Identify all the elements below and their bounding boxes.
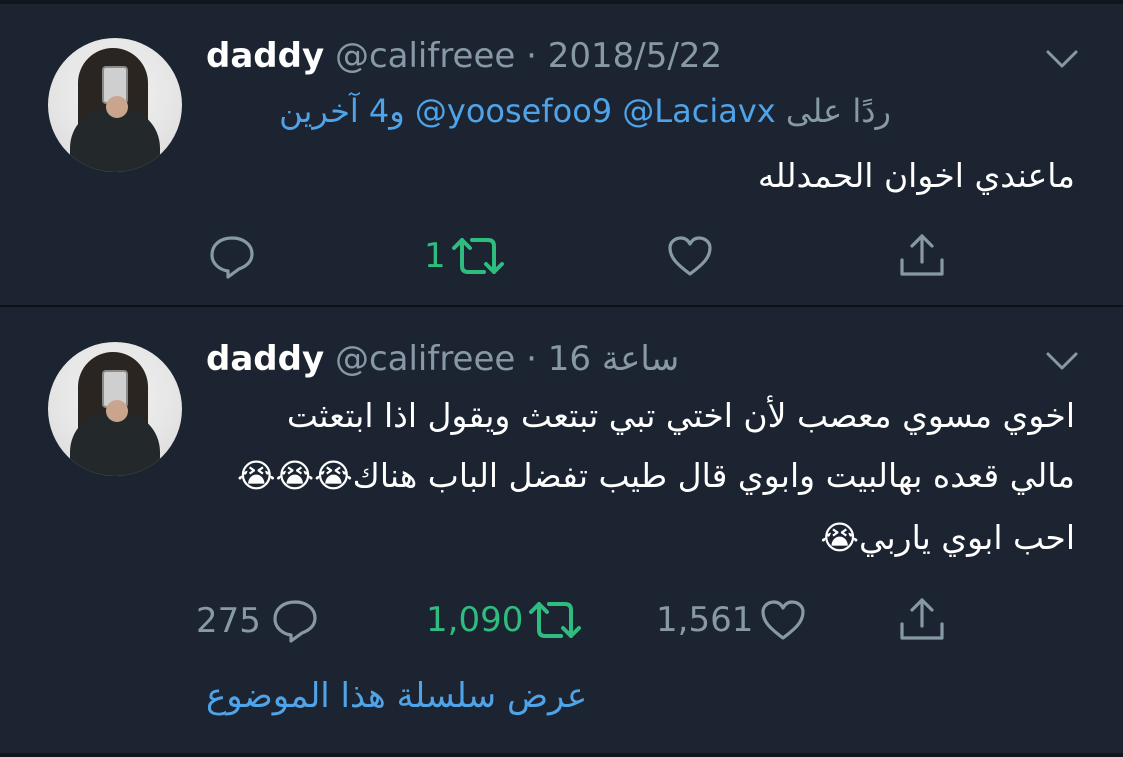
retweet-button[interactable]: 1: [424, 234, 506, 278]
retweet-count: 1,090: [426, 600, 524, 640]
avatar[interactable]: [48, 38, 182, 172]
display-name[interactable]: daddy: [206, 339, 324, 379]
like-icon: [761, 600, 805, 640]
share-icon: [900, 234, 944, 276]
tweet-text-line-1: اخوي مسوي معصب لأن اختي تبي تبتعث ويقول …: [286, 396, 1075, 435]
tweet-divider: [0, 305, 1123, 307]
chevron-down-icon[interactable]: [1042, 46, 1082, 72]
reply-count: 275: [196, 601, 261, 641]
reply-icon: [273, 600, 317, 643]
share-button[interactable]: [896, 596, 948, 644]
tweet-text-line-2: مالي قعده بهالبيت وابوي قال طيب تفضل الب…: [236, 456, 1075, 495]
reply-button[interactable]: 275: [196, 598, 325, 644]
tweet-text: ماعندي اخوان الحمدلله: [757, 156, 1075, 195]
avatar[interactable]: [48, 342, 182, 476]
tweet-timestamp[interactable]: 16 ساعة: [548, 339, 679, 379]
share-icon: [900, 598, 944, 640]
tweet-text-line-3: احب ابوي ياربي😭: [820, 518, 1075, 557]
top-border: [0, 0, 1123, 4]
reply-mentions[interactable]: @yoosefoo9 @Laciavx: [415, 92, 776, 130]
show-thread-link[interactable]: عرض سلسلة هذا الموضوع: [206, 676, 587, 716]
separator-dot: ·: [526, 339, 537, 379]
like-icon: [668, 236, 712, 276]
retweet-count: 1: [424, 236, 446, 276]
like-count: 1,561: [656, 600, 754, 640]
tweet-header: daddy @califreee · 16 ساعة: [206, 339, 679, 379]
retweet-button[interactable]: 1,090: [426, 598, 583, 642]
display-name[interactable]: daddy: [206, 36, 324, 76]
user-handle[interactable]: @califreee: [335, 36, 515, 76]
reply-icon: [210, 236, 254, 279]
retweet-icon: [451, 238, 504, 274]
separator-dot: ·: [526, 36, 537, 76]
retweet-icon: [529, 602, 582, 638]
like-button[interactable]: [666, 234, 718, 278]
bottom-border: [0, 753, 1123, 757]
like-button[interactable]: 1,561: [656, 598, 809, 642]
chevron-down-icon[interactable]: [1042, 348, 1082, 374]
reply-others-link[interactable]: و4 آخرين: [279, 92, 405, 130]
user-handle[interactable]: @califreee: [335, 339, 515, 379]
replying-to-label: ردًا على: [785, 92, 891, 130]
tweet-timestamp[interactable]: 2018/5/22: [548, 36, 722, 76]
tweet-header: daddy @califreee · 2018/5/22: [206, 36, 722, 76]
reply-button[interactable]: [208, 234, 260, 280]
share-button[interactable]: [896, 232, 948, 280]
reply-context: ردًا على @yoosefoo9 @Laciavx و4 آخرين: [279, 92, 891, 130]
